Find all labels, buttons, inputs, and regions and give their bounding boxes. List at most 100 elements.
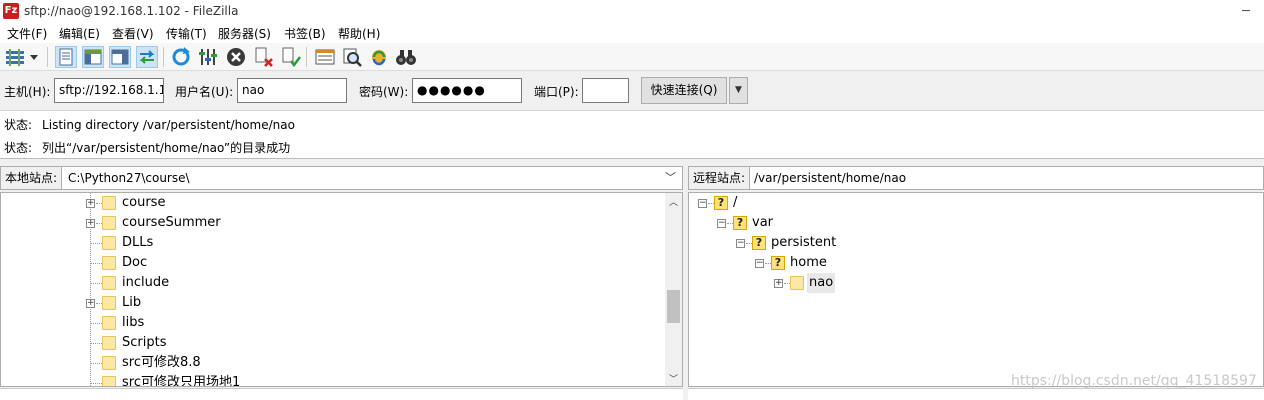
menu-file[interactable]: 文件(F) [5, 25, 49, 42]
collapse-icon[interactable]: − [755, 259, 764, 268]
tree-item[interactable]: Scripts [85, 333, 645, 353]
tree-item-label: src可修改只用场地1 [122, 375, 241, 387]
toggle-log-icon[interactable] [55, 46, 77, 68]
reconnect-icon[interactable] [279, 46, 301, 68]
sync-browsing-icon[interactable] [368, 46, 390, 68]
menu-edit[interactable]: 编辑(E) [57, 25, 102, 42]
tree-item-label: Scripts [122, 335, 167, 350]
tree-item[interactable]: include [85, 273, 645, 293]
collapse-icon[interactable]: − [717, 219, 726, 228]
message-log: 状态: Listing directory /var/persistent/hom… [0, 111, 1264, 159]
expand-icon[interactable]: + [86, 219, 95, 228]
tree-item[interactable]: + course [85, 193, 645, 213]
folder-icon [102, 356, 116, 370]
tree-item[interactable]: − ? / [697, 193, 997, 213]
log-status-label: 状态: [4, 141, 33, 155]
window-title: sftp://nao@192.168.1.102 - FileZilla [24, 4, 239, 18]
menu-bar: 文件(F) 编辑(E) 查看(V) 传输(T) 服务器(S) 书签(B) 帮助(… [0, 23, 1264, 43]
toolbar-separator [163, 47, 164, 67]
local-path-input[interactable]: C:\Python27\course\ [68, 167, 190, 189]
remote-pane: 远程站点: /var/persistent/home/nao − ? / − ?… [688, 166, 1264, 400]
unknown-folder-icon: ? [733, 216, 747, 230]
tree-item[interactable]: src可修改只用场地1 [85, 373, 645, 387]
scrollbar-thumb[interactable] [667, 290, 680, 323]
process-queue-icon[interactable] [197, 46, 219, 68]
tree-item-label: libs [122, 315, 145, 330]
collapse-icon[interactable]: − [698, 199, 707, 208]
site-manager-icon[interactable] [4, 46, 26, 68]
port-input[interactable] [582, 78, 629, 103]
local-site-label: 本地站点: [1, 167, 63, 189]
folder-icon [102, 376, 116, 386]
password-label: 密码(W): [359, 85, 409, 99]
dropdown-arrow-icon[interactable] [28, 46, 40, 68]
menu-server[interactable]: 服务器(S) [216, 25, 273, 42]
expand-icon[interactable]: + [86, 299, 95, 308]
remote-site-bar: 远程站点: /var/persistent/home/nao [688, 166, 1264, 190]
tree-item[interactable]: + courseSummer [85, 213, 645, 233]
log-line: 状态: Listing directory /var/persistent/hom… [4, 116, 295, 133]
local-directory-tree: + course + courseSummer DLLs Doc include [0, 192, 683, 387]
tree-item[interactable]: src可修改8.8 [85, 353, 645, 373]
username-input[interactable]: nao [237, 78, 347, 103]
folder-icon [102, 276, 116, 290]
expand-icon[interactable]: + [774, 279, 783, 288]
window-control-icon[interactable]: ─ [1242, 4, 1250, 19]
tree-item[interactable]: + Lib [85, 293, 645, 313]
tree-item-label: home [790, 255, 827, 270]
directory-listing-filter-icon[interactable] [314, 46, 336, 68]
local-site-bar: 本地站点: C:\Python27\course\ ﹀ [0, 166, 683, 190]
tree-item[interactable]: DLLs [85, 233, 645, 253]
local-tree-scrollbar[interactable]: ︿ ﹀ [665, 193, 682, 386]
filezilla-logo-icon: Fz [3, 3, 19, 19]
local-pane: 本地站点: C:\Python27\course\ ﹀ + course + c… [0, 166, 683, 400]
scroll-down-icon[interactable]: ﹀ [669, 372, 678, 385]
password-input[interactable]: ●●●●●● [412, 78, 522, 103]
tree-item[interactable]: Doc [85, 253, 645, 273]
scroll-up-icon[interactable]: ︿ [669, 195, 678, 208]
collapse-icon[interactable]: − [736, 239, 745, 248]
tree-item[interactable]: − ? home [754, 253, 1054, 273]
quickconnect-button[interactable]: 快速连接(Q) [641, 77, 727, 104]
tree-item-label: persistent [771, 235, 837, 250]
toggle-compare-icon[interactable] [341, 46, 363, 68]
quickconnect-bar: 主机(H): sftp://192.168.1.10 用户名(U): nao 密… [0, 71, 1264, 111]
toolbar [0, 43, 1264, 71]
quickconnect-dropdown-icon[interactable]: ▼ [729, 77, 748, 104]
folder-icon [102, 236, 116, 250]
menu-bookmarks[interactable]: 书签(B) [282, 25, 328, 42]
tree-item[interactable]: + nao [773, 273, 1073, 293]
folder-icon [102, 316, 116, 330]
remote-file-list-header [688, 388, 1264, 400]
toggle-queue-icon[interactable] [136, 46, 158, 68]
folder-icon [102, 336, 116, 350]
chevron-down-icon[interactable]: ﹀ [665, 167, 676, 189]
username-label: 用户名(U): [175, 85, 234, 99]
unknown-folder-icon: ? [752, 236, 766, 250]
tree-item-label-selected: nao [807, 273, 836, 293]
tree-item[interactable]: − ? var [716, 213, 1016, 233]
host-label: 主机(H): [4, 85, 51, 99]
expand-icon[interactable]: + [86, 199, 95, 208]
tree-item[interactable]: libs [85, 313, 645, 333]
refresh-icon[interactable] [170, 46, 192, 68]
cancel-icon[interactable] [225, 46, 247, 68]
tree-item-label: course [122, 195, 166, 210]
remote-directory-tree: − ? / − ? var − ? persistent − ? home + [688, 192, 1264, 387]
tree-item[interactable]: − ? persistent [735, 233, 1035, 253]
disconnect-icon[interactable] [252, 46, 274, 68]
menu-transfer[interactable]: 传输(T) [164, 25, 209, 42]
folder-icon [102, 296, 116, 310]
tree-item-label: var [752, 215, 774, 230]
toggle-remote-tree-icon[interactable] [109, 46, 131, 68]
local-file-list-header [0, 388, 683, 400]
toggle-local-tree-icon[interactable] [82, 46, 104, 68]
log-message: Listing directory /var/persistent/home/n… [42, 118, 295, 132]
menu-view[interactable]: 查看(V) [110, 25, 156, 42]
host-input[interactable]: sftp://192.168.1.10 [54, 78, 164, 103]
remote-path-input[interactable]: /var/persistent/home/nao [754, 167, 906, 189]
menu-help[interactable]: 帮助(H) [336, 25, 382, 42]
search-icon[interactable] [395, 46, 417, 68]
tree-item-label: src可修改8.8 [122, 355, 201, 370]
remote-site-label: 远程站点: [689, 167, 751, 189]
